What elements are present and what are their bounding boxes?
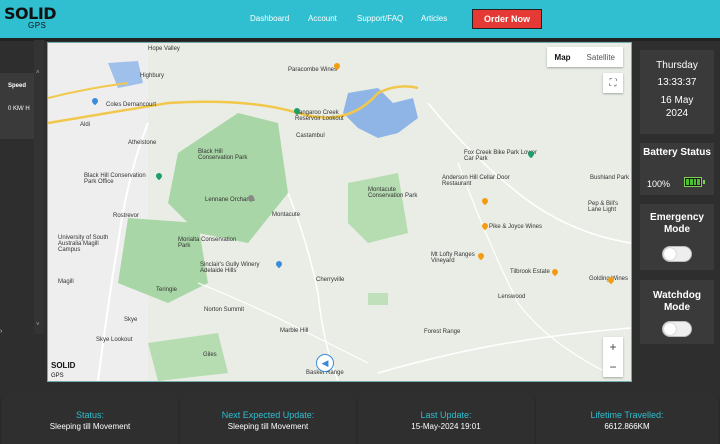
map-view[interactable]: Hope Valley Highbury Coles Dernancourt A… (47, 42, 632, 382)
logo-text: SOLID (4, 4, 57, 23)
status-label: Status: (75, 410, 104, 420)
map-label: Montacute Conservation Park (368, 187, 418, 199)
map-label: Paracombe Wines (288, 67, 338, 73)
next-update-value: Sleeping till Movement (227, 422, 309, 431)
toggle-knob (664, 248, 676, 260)
scroll-up-icon[interactable]: ˄ (36, 70, 40, 76)
map-label: Montacute (272, 212, 301, 218)
battery-icon (684, 177, 702, 187)
speed-panel: Speed 0 KM/ H (0, 73, 34, 139)
map-label: Skye (124, 317, 138, 323)
current-date: 16 May 2024 (660, 95, 694, 119)
map-label: Aldi (80, 122, 91, 128)
current-location-icon[interactable]: ◀ (316, 354, 334, 372)
watchdog-mode-card: Watchdog Mode (640, 280, 714, 344)
map-label: Rostrevor (113, 213, 140, 219)
lifetime-travelled-value: 6612.866KM (604, 422, 650, 431)
top-navbar: SOLID GPS Dashboard Account Support/FAQ … (0, 0, 720, 38)
next-update-cell: Next Expected Update: Sleeping till Move… (180, 398, 356, 444)
zoom-out-button[interactable]: − (603, 357, 623, 377)
last-update-cell: Last Update: 15-May-2024 19:01 (358, 398, 534, 444)
speed-label: Speed (8, 83, 27, 89)
map-label: Black Hill Conservation Park (198, 149, 248, 161)
map-label: Skye Lookout (96, 337, 133, 343)
battery-title: Battery Status (643, 147, 711, 158)
map-label: University of South Australia Magill Cam… (58, 235, 109, 253)
status-cell: Status: Sleeping till Movement (2, 398, 178, 444)
map-label: Teringie (156, 287, 178, 293)
map-type-satellite[interactable]: Satellite (579, 47, 623, 67)
nav-account[interactable]: Account (308, 14, 337, 23)
map-label: Anderson Hill Cellar Door Restaurant (442, 175, 510, 187)
header-shadow (0, 38, 720, 41)
map-label: Marble Hill (280, 328, 309, 334)
map-logo: SOLID GPS (51, 361, 76, 379)
emergency-mode-toggle[interactable] (662, 246, 692, 262)
status-value: Sleeping till Movement (49, 422, 131, 431)
lifetime-travelled-label: Lifetime Travelled: (590, 410, 664, 420)
nav-articles[interactable]: Articles (421, 14, 447, 23)
map-label: Tilbrook Estate (510, 269, 550, 275)
battery-card: Battery Status 100% (640, 143, 714, 195)
map-label: Athelstone (128, 140, 157, 146)
map-type-map[interactable]: Map (547, 47, 579, 67)
map-label: Bushland Park (590, 175, 630, 181)
map-label: Norton Summit (204, 307, 245, 313)
current-time: 13:33:37 (657, 77, 697, 88)
battery-percent: 100% (647, 179, 671, 189)
scroll-down-icon[interactable]: ˅ (36, 322, 40, 328)
solid-gps-logo[interactable]: SOLID GPS (4, 4, 57, 31)
map-label: Cherryville (316, 277, 345, 283)
logo-subtext: GPS (28, 21, 47, 30)
map-label: Morialta Conservation Park (178, 237, 237, 249)
zoom-controls: + − (603, 337, 623, 377)
expand-panel-icon[interactable]: › (0, 328, 2, 335)
watchdog-mode-title: Watchdog Mode (653, 290, 701, 313)
nav-support-faq[interactable]: Support/FAQ (357, 14, 403, 23)
map-label: Coles Dernancourt (106, 102, 157, 108)
map-label: Pike & Joyce Wines (489, 224, 543, 230)
zoom-in-button[interactable]: + (603, 337, 623, 357)
map-label: Giles (203, 352, 217, 358)
lifetime-travelled-cell: Lifetime Travelled: 6612.866KM (536, 398, 718, 444)
watchdog-mode-toggle[interactable] (662, 321, 692, 337)
emergency-mode-card: Emergency Mode (640, 204, 714, 270)
emergency-mode-title: Emergency Mode (650, 212, 704, 235)
map-label: Magill (58, 279, 74, 285)
last-update-label: Last Update: (420, 410, 472, 420)
status-bar: Status: Sleeping till Movement Next Expe… (0, 398, 720, 444)
map-label: Lenswood (498, 294, 526, 300)
next-update-label: Next Expected Update: (221, 410, 315, 420)
nav-dashboard[interactable]: Dashboard (250, 14, 289, 23)
map-type-toggle: Map Satellite (546, 47, 623, 67)
map-label: Pep & Bill's Lane Light (588, 201, 619, 213)
map-label: Hope Valley (148, 46, 180, 52)
datetime-card: Thursday 13:33:37 16 May 2024 (640, 50, 714, 134)
map-label: Kangaroo Creek Reservoir Lookout (295, 110, 344, 122)
map-label: Highbury (140, 73, 165, 79)
day-of-week: Thursday (656, 60, 698, 71)
order-now-button[interactable]: Order Now (472, 9, 542, 29)
map-canvas (48, 43, 631, 381)
battery-tip (703, 180, 705, 184)
map-label: Sinclair's Gully Winery Adelaide Hills (200, 262, 260, 274)
map-label: Castambul (296, 133, 325, 139)
map-label: Forest Range (424, 329, 461, 335)
last-update-value: 15-May-2024 19:01 (411, 422, 481, 431)
fullscreen-icon[interactable]: ⛶ (603, 73, 623, 93)
toggle-knob (664, 323, 676, 335)
map-label: Black Hill Conservation Park Office (84, 173, 146, 185)
speed-value: 0 KM/ H (8, 106, 30, 112)
left-scrollbar[interactable]: ˄ ˅ (34, 40, 44, 334)
